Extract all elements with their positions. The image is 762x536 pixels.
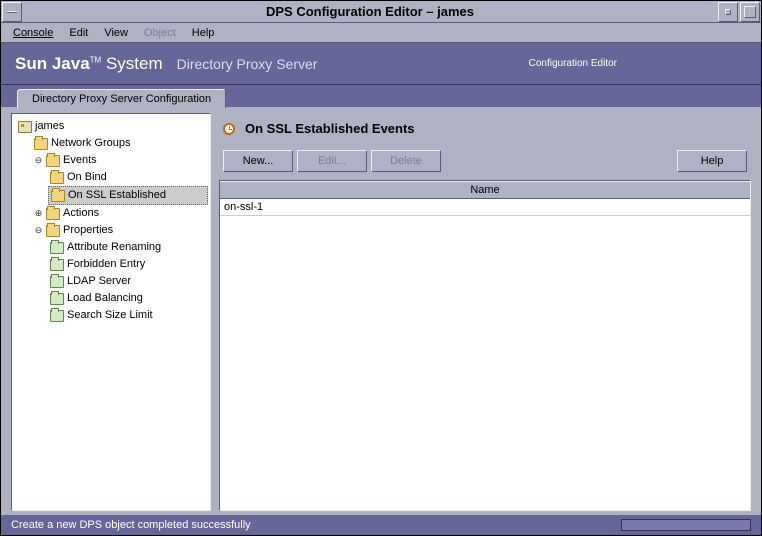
main-panel: On SSL Established Events New... Edit...… (219, 113, 751, 511)
minimize-button[interactable] (718, 2, 738, 22)
configuration-editor-label: Configuration Editor (529, 58, 617, 69)
main-title: On SSL Established Events (219, 113, 751, 150)
collapse-icon[interactable]: ⊖ (34, 226, 43, 235)
help-button[interactable]: Help (677, 150, 747, 172)
menu-help[interactable]: Help (184, 25, 223, 41)
window-frame: DPS Configuration Editor – james Console… (0, 0, 762, 536)
delete-button: Delete (371, 150, 441, 172)
tree-network-groups[interactable]: Network Groups (32, 135, 208, 152)
tree-label: On SSL Established (68, 187, 166, 204)
tree-forbidden-entry[interactable]: Forbidden Entry (48, 256, 208, 273)
folder-icon (51, 190, 65, 202)
tree-label: Actions (63, 205, 99, 222)
menu-console[interactable]: Console (5, 25, 61, 41)
tree-label: LDAP Server (67, 273, 131, 290)
menu-view[interactable]: View (96, 25, 136, 41)
folder-icon (50, 310, 64, 322)
edit-button: Edit... (297, 150, 367, 172)
list-header-name[interactable]: Name (220, 181, 750, 199)
tree-on-ssl-established[interactable]: On SSL Established (48, 186, 208, 205)
list-row[interactable]: on-ssl-1 (220, 199, 750, 216)
tree-label: On Bind (67, 169, 107, 186)
tree-properties[interactable]: ⊖ Properties (32, 222, 208, 239)
tree-root[interactable]: james (16, 118, 208, 135)
folder-icon (50, 293, 64, 305)
list-panel: Name on-ssl-1 (219, 180, 751, 511)
tree-attribute-renaming[interactable]: Attribute Renaming (48, 239, 208, 256)
banner: Sun JavaTM System Directory Proxy Server… (1, 43, 761, 85)
tree-actions[interactable]: ⊕ Actions (32, 205, 208, 222)
folder-icon (50, 172, 64, 184)
menu-edit[interactable]: Edit (61, 25, 96, 41)
tree-label: james (35, 118, 64, 135)
product-name: Directory Proxy Server (177, 56, 318, 72)
clock-icon (223, 123, 235, 135)
expand-icon[interactable]: ⊕ (34, 209, 43, 218)
content-area: james Network Groups ⊖ (1, 107, 761, 515)
statusbar: Create a new DPS object completed succes… (1, 515, 761, 535)
titlebar: DPS Configuration Editor – james (1, 1, 761, 23)
tree-ldap-server[interactable]: LDAP Server (48, 273, 208, 290)
tree-label: Properties (63, 222, 113, 239)
folder-icon (46, 155, 60, 167)
tree-label: Attribute Renaming (67, 239, 161, 256)
folder-icon (50, 259, 64, 271)
folder-icon (50, 242, 64, 254)
menubar: Console Edit View Object Help (1, 23, 761, 43)
menu-object: Object (136, 25, 184, 41)
tree-load-balancing[interactable]: Load Balancing (48, 290, 208, 307)
progress-bar (621, 519, 751, 531)
main-title-text: On SSL Established Events (245, 121, 415, 136)
toolbar: New... Edit... Delete Help (219, 150, 751, 180)
new-button[interactable]: New... (223, 150, 293, 172)
folder-icon (46, 225, 60, 237)
folder-icon (50, 276, 64, 288)
tree-search-size-limit[interactable]: Search Size Limit (48, 307, 208, 324)
brand-text: Sun JavaTM System (15, 54, 163, 74)
server-icon (18, 121, 32, 133)
tree-panel[interactable]: james Network Groups ⊖ (11, 113, 211, 511)
folder-icon (46, 208, 60, 220)
tree-on-bind[interactable]: On Bind (48, 169, 208, 186)
window-title: DPS Configuration Editor – james (23, 4, 717, 19)
folder-icon (34, 138, 48, 150)
tree-label: Search Size Limit (67, 307, 153, 324)
collapse-icon[interactable]: ⊖ (34, 156, 43, 165)
system-menu-button[interactable] (2, 2, 22, 22)
tree-label: Events (63, 152, 97, 169)
tree-label: Load Balancing (67, 290, 143, 307)
maximize-button[interactable] (740, 2, 760, 22)
tree-events[interactable]: ⊖ Events (32, 152, 208, 169)
status-message: Create a new DPS object completed succes… (11, 519, 251, 531)
tab-strip: Directory Proxy Server Configuration (1, 85, 761, 107)
tab-dps-config[interactable]: Directory Proxy Server Configuration (17, 89, 226, 108)
tree-label: Network Groups (51, 135, 130, 152)
tree-label: Forbidden Entry (67, 256, 145, 273)
